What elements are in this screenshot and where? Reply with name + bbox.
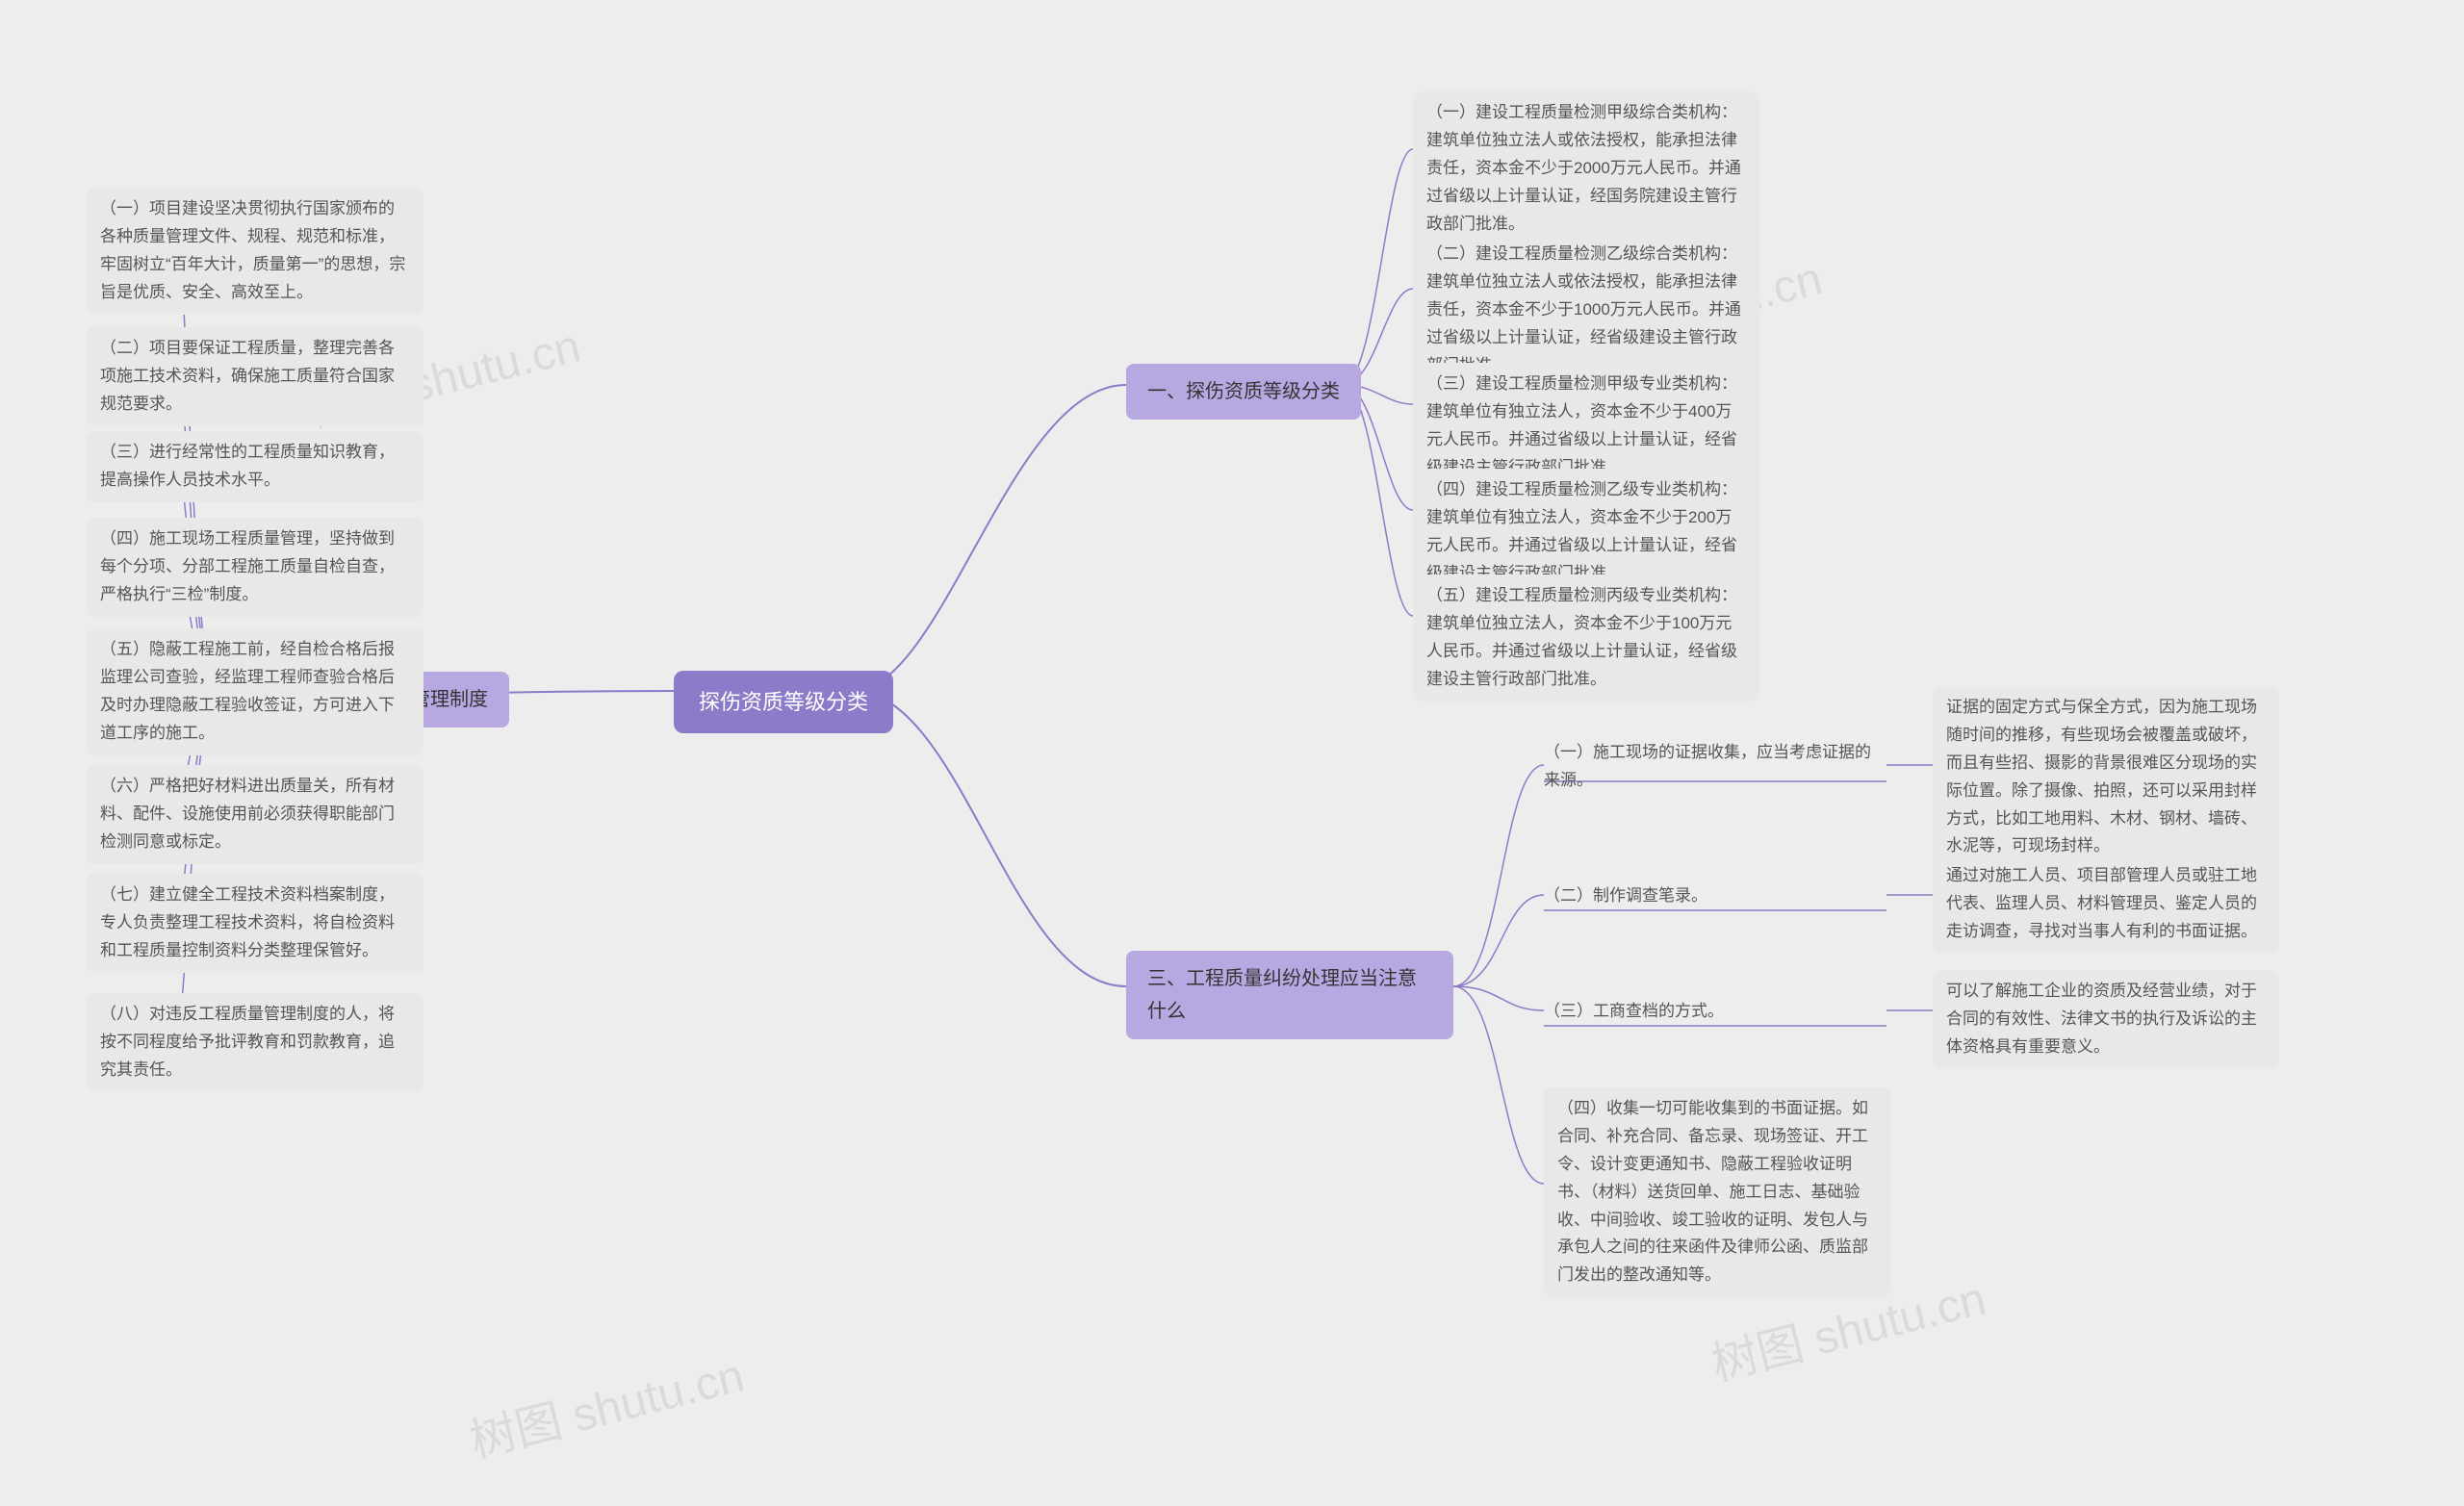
b2-item-3[interactable]: （三）进行经常性的工程质量知识教育，提高操作人员技术水平。	[87, 431, 424, 502]
watermark: 树图 shutu.cn	[462, 1338, 750, 1470]
b3-detail-2[interactable]: 通过对施工人员、项目部管理人员或驻工地代表、监理人员、材料管理员、鉴定人员的走访…	[1933, 855, 2279, 954]
b1-item-1[interactable]: （一）建设工程质量检测甲级综合类机构：建筑单位独立法人或依法授权，能承担法律责任…	[1413, 91, 1759, 245]
b3-sub-1[interactable]: （一）施工现场的证据收集，应当考虑证据的来源。	[1544, 735, 1886, 799]
b3-detail-3[interactable]: 可以了解施工企业的资质及经营业绩，对于合同的有效性、法律文书的执行及诉讼的主体资…	[1933, 970, 2279, 1069]
b2-item-4[interactable]: （四）施工现场工程质量管理，坚持做到每个分项、分部工程施工质量自检自查，严格执行…	[87, 518, 424, 617]
b2-item-6[interactable]: （六）严格把好材料进出质量关，所有材料、配件、设施使用前必须获得职能部门检测同意…	[87, 765, 424, 864]
b3-sub-4[interactable]: （四）收集一切可能收集到的书面证据。如合同、补充合同、备忘录、现场签证、开工令、…	[1544, 1087, 1890, 1297]
b2-item-7[interactable]: （七）建立健全工程技术资料档案制度，专人负责整理工程技术资料，将自检资料和工程质…	[87, 874, 424, 973]
branch-3[interactable]: 三、工程质量纠纷处理应当注意什么	[1126, 951, 1453, 1039]
b1-item-5[interactable]: （五）建设工程质量检测丙级专业类机构：建筑单位独立法人，资本金不少于100万元人…	[1413, 574, 1759, 702]
b2-item-2[interactable]: （二）项目要保证工程质量，整理完善各项施工技术资料，确保施工质量符合国家规范要求…	[87, 327, 424, 426]
b2-item-8[interactable]: （八）对违反工程质量管理制度的人，将按不同程度给予批评教育和罚款教育，追究其责任…	[87, 993, 424, 1092]
b3-detail-1[interactable]: 证据的固定方式与保全方式，因为施工现场随时间的推移，有些现场会被覆盖或破坏，而且…	[1933, 686, 2279, 868]
b3-sub-2[interactable]: （二）制作调查笔录。	[1544, 879, 1886, 914]
root-node[interactable]: 探伤资质等级分类	[674, 671, 893, 733]
branch-1[interactable]: 一、探伤资质等级分类	[1126, 364, 1361, 420]
b3-sub-3[interactable]: （三）工商查档的方式。	[1544, 994, 1886, 1030]
b2-item-1[interactable]: （一）项目建设坚决贯彻执行国家颁布的各种质量管理文件、规程、规范和标准，牢固树立…	[87, 188, 424, 315]
b2-item-5[interactable]: （五）隐蔽工程施工前，经自检合格后报监理公司查验，经监理工程师查验合格后及时办理…	[87, 628, 424, 755]
